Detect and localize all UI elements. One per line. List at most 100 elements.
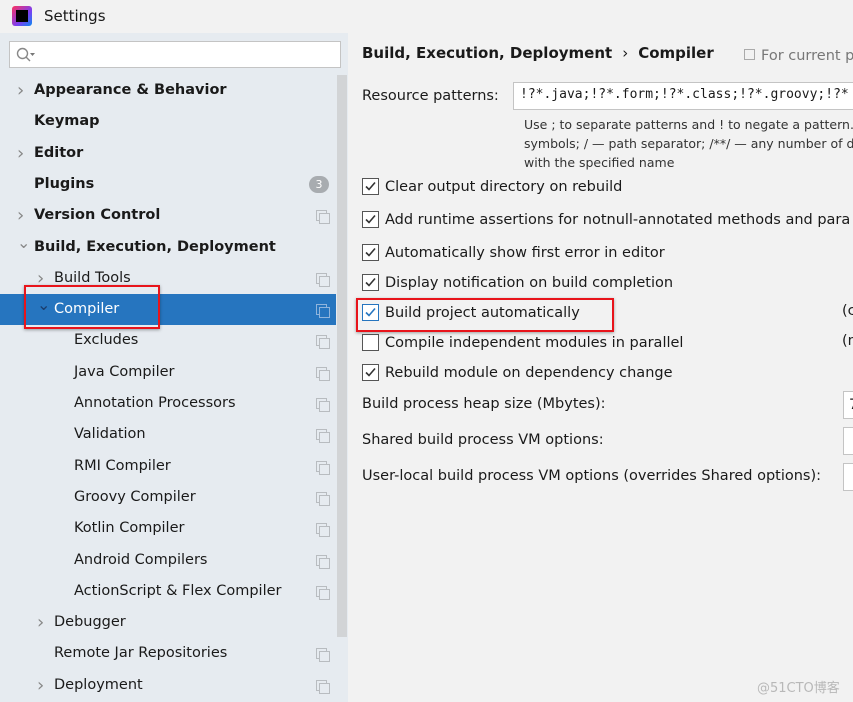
project-scope-icon: [316, 366, 330, 381]
sidebar-item-validation[interactable]: Validation: [0, 419, 336, 450]
project-scope-icon: [316, 491, 330, 506]
project-scope-icon: [316, 554, 330, 569]
sidebar-item-label: Build, Execution, Deployment: [34, 238, 276, 255]
title-bar: Settings: [0, 0, 853, 33]
checkbox-label: Rebuild module on dependency change: [385, 365, 673, 381]
search-input[interactable]: [38, 44, 336, 65]
intellij-logo-icon: [12, 6, 32, 26]
for-current-project-label: For current p: [744, 48, 853, 64]
project-scope-icon: [316, 585, 330, 600]
checkmark-icon: [365, 247, 376, 257]
watermark: @51CTO博客: [757, 681, 840, 696]
sidebar: › Appearance & Behavior Keymap › Editor Plugi…: [0, 33, 348, 702]
sidebar-item-label: RMI Compiler: [74, 457, 171, 474]
sidebar-item-label: Editor: [34, 144, 84, 161]
sidebar-item-label: Validation: [74, 426, 146, 443]
field-input[interactable]: [843, 427, 853, 455]
resource-patterns-help: Use ; to separate patterns and ! to nega…: [524, 117, 853, 170]
breadcrumb-parent[interactable]: Build, Execution, Deployment: [362, 44, 612, 62]
checkbox-label: Automatically show first error in editor: [385, 245, 665, 261]
search-field[interactable]: [9, 41, 341, 68]
search-icon: [16, 47, 35, 62]
checkbox-label: Display notification on build completion: [385, 275, 674, 291]
sidebar-item-label: Annotation Processors: [74, 395, 236, 411]
sidebar-item-editor[interactable]: › Editor: [0, 138, 336, 169]
checkmark-icon: [365, 367, 376, 377]
window-title: Settings: [44, 7, 106, 25]
sidebar-item-label: Appearance & Behavior: [34, 82, 227, 98]
sidebar-item-label: Java Compiler: [74, 363, 175, 380]
field-label: Shared build process VM options:: [362, 432, 604, 448]
checkbox-box[interactable]: [362, 364, 379, 381]
sidebar-item-groovy-compiler[interactable]: Groovy Compiler: [0, 482, 336, 513]
checkmark-icon: [365, 181, 376, 191]
highlight-box-build-automatically: [356, 298, 614, 332]
sidebar-item-actionscript-flex-compiler[interactable]: ActionScript & Flex Compiler: [0, 576, 336, 607]
checkmark-icon: [365, 214, 376, 224]
sidebar-item-label: Excludes: [74, 332, 139, 349]
chevron-right-icon[interactable]: ›: [37, 670, 49, 701]
option-note: (m: [842, 333, 853, 349]
sidebar-item-label: ActionScript & Flex Compiler: [74, 582, 282, 599]
sidebar-item-debugger[interactable]: › Debugger: [0, 607, 336, 638]
chevron-right-icon[interactable]: ›: [17, 75, 29, 106]
compiler-settings-panel: Build, Execution, Deployment › Compiler Fo…: [348, 33, 853, 702]
project-scope-icon: [316, 460, 330, 475]
sidebar-item-label: Groovy Compiler: [74, 488, 196, 505]
field-label: Build process heap size (Mbytes):: [362, 396, 606, 412]
project-scope-icon: [316, 272, 330, 287]
sidebar-item-label: Kotlin Compiler: [74, 520, 185, 537]
sidebar-item-label: Version Control: [34, 207, 161, 224]
checkbox-label: Clear output directory on rebuild: [385, 179, 623, 195]
project-scope-icon: [316, 304, 330, 319]
chevron-right-icon[interactable]: ›: [17, 138, 29, 169]
sidebar-item-annotation-processors[interactable]: Annotation Processors: [0, 388, 336, 419]
checkbox-box[interactable]: [362, 211, 379, 228]
sidebar-item-java-compiler[interactable]: Java Compiler: [0, 357, 336, 388]
project-scope-icon: [316, 210, 330, 225]
checkbox-box[interactable]: [362, 274, 379, 291]
field-input[interactable]: 7: [843, 391, 853, 419]
sidebar-scrollbar[interactable]: [337, 75, 347, 637]
sidebar-item-label: Plugins: [34, 175, 95, 192]
checkbox-box[interactable]: [362, 178, 379, 195]
resource-patterns-input[interactable]: !?*.java;!?*.form;!?*.class;!?*.groovy;!…: [513, 82, 853, 110]
sidebar-item-plugins[interactable]: Plugins 3: [0, 169, 336, 200]
plugins-count-badge: 3: [309, 175, 329, 193]
project-scope-icon: [316, 648, 330, 663]
sidebar-item-appearance-behavior[interactable]: › Appearance & Behavior: [0, 75, 336, 106]
sidebar-item-remote-jar-repositories[interactable]: Remote Jar Repositories: [0, 638, 336, 669]
sidebar-item-label: Deployment: [54, 676, 143, 693]
sidebar-item-label: Android Compilers: [74, 551, 208, 568]
highlight-box-compiler: [24, 285, 160, 329]
field-input[interactable]: [843, 463, 853, 491]
project-scope-icon: [316, 429, 330, 444]
checkmark-icon: [365, 277, 376, 287]
sidebar-item-excludes[interactable]: Excludes: [0, 325, 336, 356]
checkbox-label: Add runtime assertions for notnull-annot…: [385, 212, 851, 228]
project-scope-icon: [316, 523, 330, 538]
sidebar-item-build-execution-deployment[interactable]: ⌄ Build, Execution, Deployment: [0, 232, 336, 263]
sidebar-item-deployment[interactable]: › Deployment: [0, 670, 336, 701]
sidebar-item-kotlin-compiler[interactable]: Kotlin Compiler: [0, 513, 336, 544]
sidebar-item-version-control[interactable]: › Version Control: [0, 200, 336, 231]
checkbox-box[interactable]: [362, 334, 379, 351]
sidebar-item-label: Keymap: [34, 113, 100, 130]
project-scope-icon: [316, 398, 330, 412]
breadcrumb-separator: ›: [622, 44, 629, 62]
checkbox-box[interactable]: [362, 244, 379, 261]
sidebar-item-android-compilers[interactable]: Android Compilers: [0, 545, 336, 576]
field-label: User-local build process VM options (ove…: [362, 468, 822, 484]
resource-patterns-label: Resource patterns:: [362, 88, 499, 104]
sidebar-item-label: Remote Jar Repositories: [54, 645, 228, 662]
breadcrumb: Build, Execution, Deployment › Compiler: [362, 44, 714, 62]
chevron-right-icon[interactable]: ›: [37, 607, 49, 638]
sidebar-item-rmi-compiler[interactable]: RMI Compiler: [0, 451, 336, 482]
copy-icon: [744, 49, 755, 60]
project-scope-icon: [316, 679, 330, 694]
project-scope-icon: [316, 335, 330, 350]
chevron-down-icon[interactable]: ⌄: [17, 227, 30, 258]
sidebar-item-label: Debugger: [54, 614, 126, 631]
sidebar-item-keymap[interactable]: Keymap: [0, 106, 336, 137]
option-note: (c: [842, 303, 853, 319]
